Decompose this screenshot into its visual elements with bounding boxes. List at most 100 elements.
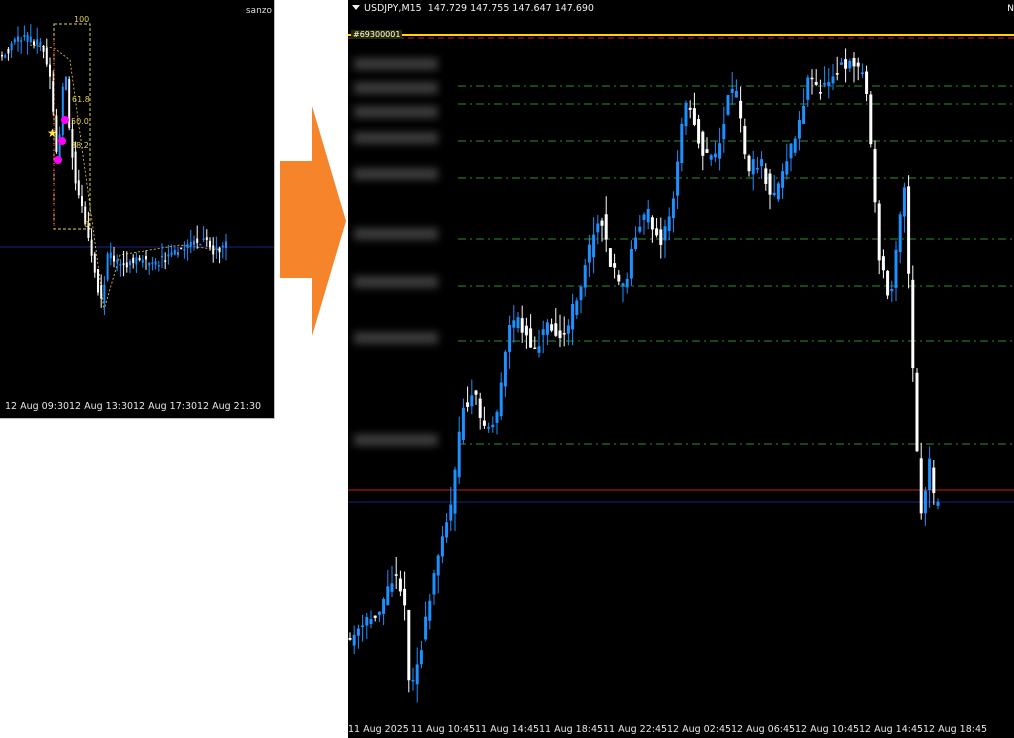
- candle-body: [81, 196, 83, 207]
- candle-body: [415, 664, 419, 685]
- candle-body: [772, 192, 776, 196]
- candle-body: [928, 458, 932, 490]
- candle-body: [818, 92, 822, 94]
- candle-body: [65, 76, 67, 90]
- candle-body: [167, 254, 170, 257]
- candle-body: [873, 148, 877, 203]
- time-axis-label: 11 Aug 2025: [348, 724, 409, 735]
- candle-body: [608, 248, 612, 267]
- magenta-marker: [54, 156, 62, 164]
- candle-body: [785, 161, 789, 175]
- candle-body: [170, 252, 173, 256]
- candle-body: [361, 625, 365, 628]
- symbol-title[interactable]: USDJPY,M15 147.729 147.755 147.647 147.6…: [352, 3, 594, 14]
- candle-body: [177, 252, 179, 256]
- left-candle-chart: ★: [0, 23, 274, 316]
- candle-body: [566, 325, 570, 334]
- candle-body: [604, 214, 608, 240]
- candle-body: [764, 168, 768, 184]
- candle-body: [93, 253, 96, 273]
- candle-body: [189, 242, 192, 247]
- candle-body: [180, 247, 183, 250]
- candle-body: [103, 284, 106, 303]
- candle-body: [751, 159, 755, 175]
- candle-body: [161, 255, 163, 258]
- candle-body: [221, 245, 224, 248]
- candle-body: [49, 64, 51, 77]
- candle-body: [436, 555, 440, 576]
- candle-body: [119, 264, 122, 266]
- candle-body: [487, 427, 491, 429]
- candle-body: [524, 325, 528, 336]
- candle-body: [218, 247, 221, 253]
- candle-body: [646, 208, 650, 223]
- candle-body: [579, 286, 583, 301]
- candle-body: [697, 119, 701, 144]
- candle-body: [7, 48, 10, 54]
- candle-body: [491, 424, 495, 428]
- candle-body: [196, 238, 199, 243]
- candle-body: [10, 43, 13, 51]
- dropdown-triangle-icon[interactable]: [352, 5, 360, 10]
- user-label: sanzo: [245, 6, 272, 16]
- candle-body: [212, 245, 215, 255]
- candle-body: [718, 143, 722, 159]
- candle-body: [730, 88, 734, 93]
- candle-body: [508, 324, 512, 352]
- candle-body: [461, 407, 465, 441]
- candle-body: [403, 588, 407, 606]
- candle-body: [827, 82, 831, 87]
- candle-body: [659, 229, 663, 245]
- candle-body: [382, 599, 386, 615]
- candle-body: [629, 248, 633, 279]
- time-axis-label: 12 Aug 14:45: [859, 724, 924, 735]
- candle-body: [39, 41, 42, 46]
- candle-body: [151, 262, 154, 264]
- candle-body: [132, 257, 135, 264]
- candle-body: [642, 214, 646, 220]
- candle-body: [709, 155, 713, 160]
- candle-body: [810, 77, 814, 80]
- left-chart-panel[interactable]: ★ sanzo 100 61.8 50.0 38.2 0 12 Aug 09:3…: [0, 0, 275, 419]
- candle-body: [42, 45, 45, 52]
- candle-body: [902, 187, 906, 217]
- candle-body: [911, 279, 915, 369]
- candle-body: [793, 138, 797, 153]
- candle-body: [571, 304, 575, 330]
- symbol-name: USDJPY,M15: [364, 3, 422, 14]
- candle-body: [663, 226, 667, 241]
- candle-body: [768, 173, 772, 195]
- candle-body: [776, 183, 780, 200]
- candle-body: [225, 241, 227, 249]
- candle-body: [148, 262, 151, 266]
- right-chart-panel[interactable]: USDJPY,M15 147.729 147.755 147.647 147.6…: [348, 0, 1014, 738]
- candle-body: [356, 628, 360, 636]
- candle-body: [407, 609, 411, 681]
- candle-body: [722, 123, 726, 140]
- candle-body: [520, 318, 524, 333]
- candle-body: [478, 398, 482, 418]
- candle-body: [398, 578, 402, 592]
- candle-body: [848, 60, 852, 69]
- candle-body: [806, 77, 810, 100]
- candle-body: [97, 268, 99, 293]
- candle-body: [701, 131, 705, 156]
- horizontal-line-label[interactable]: #69300001: [351, 30, 403, 39]
- candle-body: [747, 155, 751, 172]
- candle-body: [453, 469, 457, 514]
- fib-level-label: 50.0: [71, 117, 89, 126]
- candle-body: [894, 249, 898, 288]
- candle-body: [186, 243, 189, 249]
- candle-body: [705, 149, 709, 153]
- candle-body: [554, 323, 558, 336]
- candle-body: [419, 650, 423, 665]
- candle-body: [684, 102, 688, 127]
- candle-body: [839, 62, 843, 65]
- candle-body: [634, 237, 638, 250]
- candle-body: [23, 34, 26, 37]
- candle-body: [424, 616, 428, 640]
- candle-body: [474, 390, 478, 395]
- candle-body: [932, 467, 936, 494]
- candle-body: [869, 94, 873, 145]
- candle-body: [886, 270, 890, 296]
